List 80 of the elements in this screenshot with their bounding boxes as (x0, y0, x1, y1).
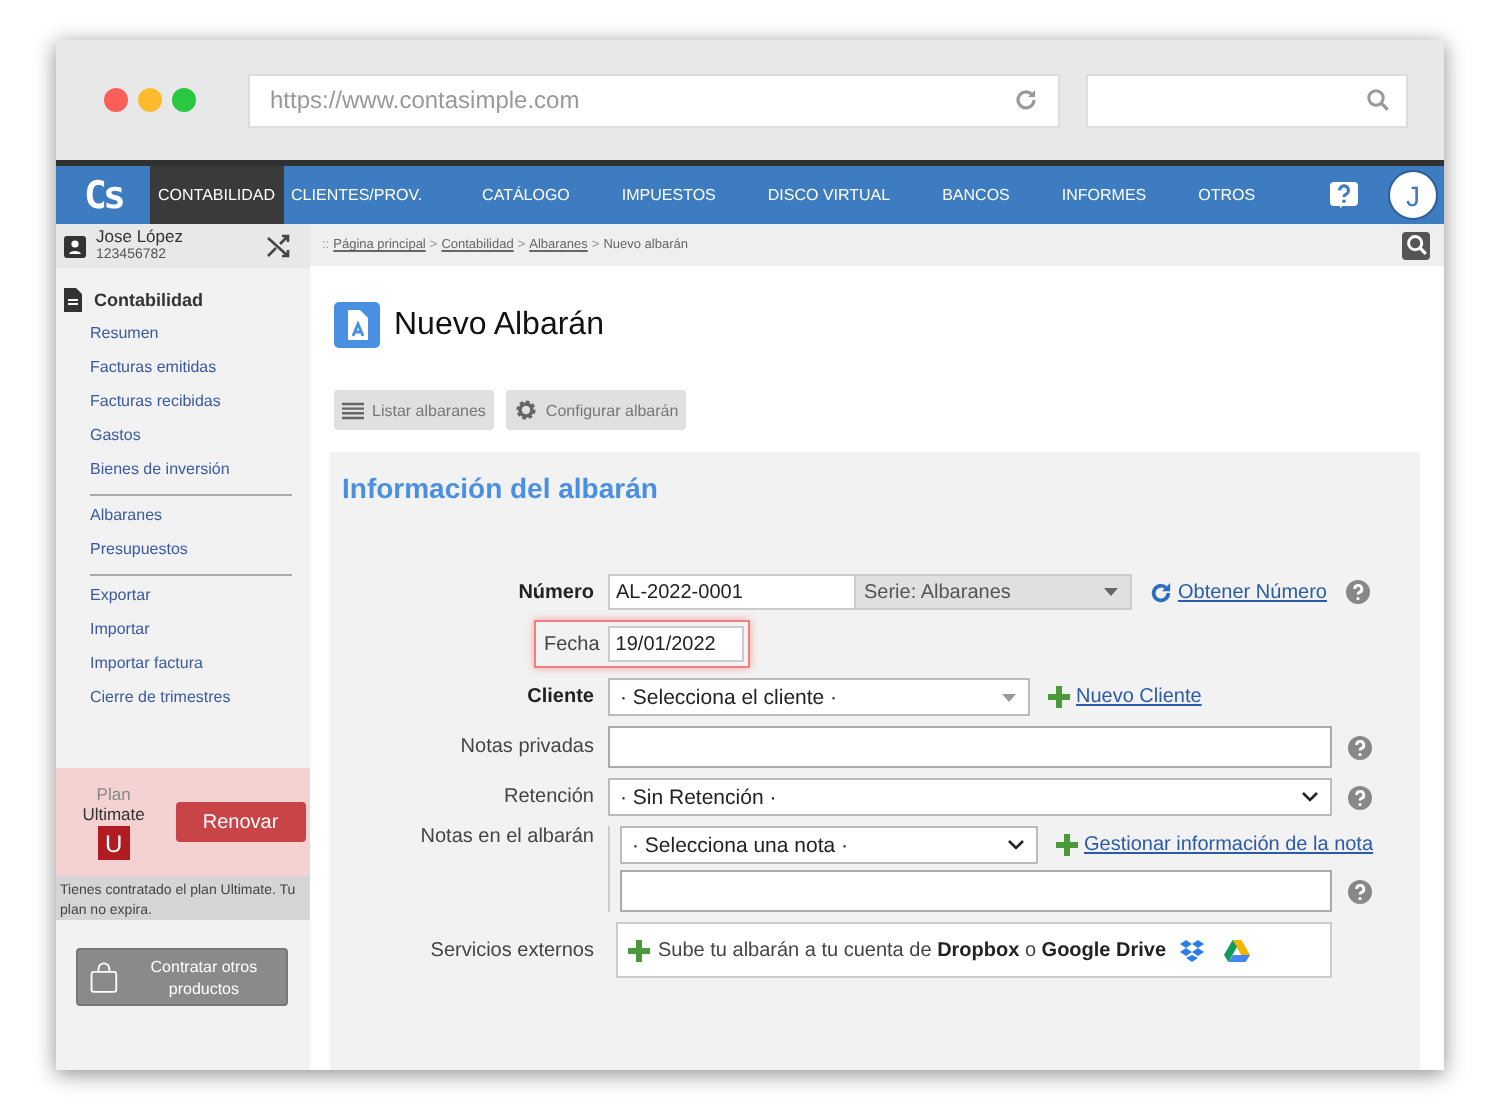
nav-tab[interactable]: IMPUESTOS (613, 166, 724, 224)
user-avatar[interactable]: J (1388, 170, 1438, 220)
page-title: Nuevo Albarán (394, 307, 604, 343)
refresh-icon (1150, 581, 1172, 603)
nav-tab[interactable]: CONTABILIDAD (150, 166, 284, 224)
field-label: Notas privadas (458, 736, 596, 758)
caret-icon (1002, 693, 1016, 701)
sidebar-link[interactable]: Bienes de inversión (90, 460, 310, 478)
nav-tab[interactable]: CATÁLOGO (474, 166, 578, 224)
field-label: Servicios externos (428, 939, 596, 961)
field-label: Notas en el albarán (418, 826, 596, 848)
shop-button[interactable]: Contratar otros productos (76, 948, 288, 1006)
list-icon (342, 401, 364, 419)
field-label: Número (516, 581, 596, 603)
chevron-icon (1302, 792, 1318, 802)
url-text: https://www.contasimple.com (270, 86, 582, 114)
shuffle-icon[interactable] (266, 234, 290, 258)
section-heading: Información del albarán (342, 472, 660, 504)
chevron-icon (1008, 840, 1024, 850)
nav-tab[interactable]: OTROS (1190, 166, 1264, 224)
renew-button[interactable]: Renovar (175, 802, 306, 842)
shopping-bag-icon (90, 957, 118, 997)
search-button[interactable] (1402, 231, 1430, 259)
help-icon[interactable] (1346, 580, 1371, 604)
nav-tab[interactable]: BANCOS (934, 166, 1018, 224)
toolbar-button[interactable]: Configurar albarán (505, 390, 687, 430)
plus-icon (1056, 834, 1078, 856)
search-field[interactable] (1086, 73, 1408, 127)
sidebar-link[interactable]: Albaranes (90, 506, 310, 524)
number-field[interactable]: AL-2022-0001 (608, 574, 856, 610)
caret-icon (1104, 588, 1118, 596)
maximize-icon[interactable] (172, 88, 196, 112)
plan-name: Ultimate (82, 804, 145, 824)
gear-icon (513, 398, 538, 422)
section-title: Contabilidad (94, 290, 203, 310)
field-label: Retención (501, 786, 596, 808)
sidebar-link[interactable]: Resumen (90, 324, 310, 342)
plus-icon (1048, 686, 1070, 708)
sidebar-link[interactable]: Importar (90, 620, 310, 638)
user-name: Jose López (96, 228, 185, 246)
sidebar-link[interactable]: Cierre de trimestres (90, 688, 310, 706)
upload-text[interactable]: Sube tu albarán a tu cuenta de Dropbox o Google Drive (658, 939, 1167, 961)
field-label: Fecha (544, 633, 602, 655)
help-icon[interactable] (1328, 179, 1360, 211)
sidebar-link[interactable]: Exportar (90, 586, 310, 604)
close-icon[interactable] (104, 88, 128, 112)
sidebar-link[interactable]: Gastos (90, 426, 310, 444)
search-icon (1366, 88, 1390, 112)
retention-dropdown[interactable]: · Sin Retención · (608, 778, 1332, 816)
sidebar-link[interactable]: Facturas emitidas (90, 358, 310, 376)
manage-note-link[interactable]: Gestionar información de la nota (1084, 834, 1374, 856)
sidebar-link[interactable]: Presupuestos (90, 540, 310, 558)
plan-label: Plan (96, 784, 131, 804)
date-field[interactable]: 19/01/2022 (607, 626, 744, 662)
plus-icon (628, 939, 650, 961)
help-icon[interactable] (1348, 735, 1372, 759)
nav-tab[interactable]: CLIENTES/PROV. (283, 166, 431, 224)
get-number-link[interactable]: Obtener Número (1178, 581, 1327, 603)
help-icon[interactable] (1348, 879, 1372, 903)
field-label: Cliente (525, 686, 596, 708)
plan-badge: U (97, 826, 130, 860)
reload-icon[interactable] (1014, 88, 1038, 112)
new-client-link[interactable]: Nuevo Cliente (1076, 686, 1202, 708)
client-dropdown[interactable]: · Selecciona el cliente · (608, 678, 1030, 716)
note-text-field[interactable] (620, 870, 1332, 912)
logo[interactable]: Cs (56, 173, 150, 217)
box-stack-icon[interactable] (1180, 939, 1205, 961)
nav-tab[interactable]: DISCO VIRTUAL (759, 166, 899, 224)
sidebar-link[interactable]: Importar factura (90, 654, 310, 672)
contact-card-icon (64, 235, 86, 257)
private-notes-field[interactable] (608, 726, 1332, 768)
nav-tab[interactable]: INFORMES (1053, 166, 1155, 224)
note-dropdown[interactable]: · Selecciona una nota · (620, 826, 1038, 864)
series-dropdown[interactable]: Serie: Albaranes (856, 574, 1132, 610)
toolbar-button[interactable]: Listar albaranes (334, 390, 494, 430)
document-icon (64, 288, 82, 312)
help-icon[interactable] (1348, 785, 1372, 809)
triangle-icon[interactable] (1224, 939, 1251, 961)
sidebar-link[interactable]: Facturas recibidas (90, 392, 310, 410)
document-icon (334, 302, 380, 348)
